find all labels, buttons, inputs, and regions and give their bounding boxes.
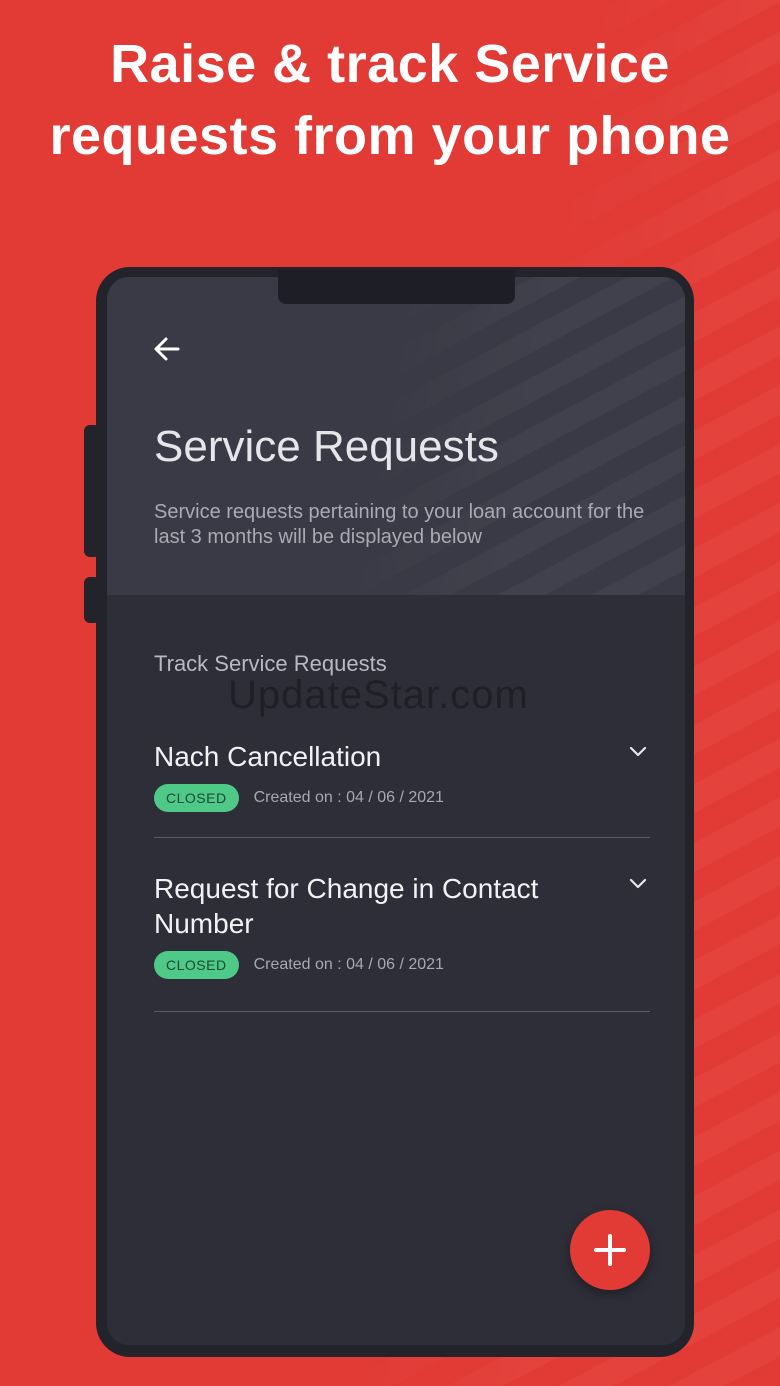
watermark: UpdateStar.com [228, 673, 529, 717]
page-header: Service Requests Service requests pertai… [107, 277, 685, 595]
phone-screen: Service Requests Service requests pertai… [107, 277, 685, 1345]
back-button[interactable] [147, 329, 187, 369]
request-meta: CLOSED Created on : 04 / 06 / 2021 [154, 784, 650, 812]
add-request-button[interactable] [570, 1210, 650, 1290]
chevron-down-icon [629, 746, 647, 757]
expand-button[interactable] [626, 871, 650, 895]
promo-headline-line1: Raise & track Service [110, 34, 670, 94]
promo-headline: Raise & track Service requests from your… [0, 28, 780, 172]
created-date: Created on : 04 / 06 / 2021 [253, 956, 444, 973]
plus-icon [594, 1234, 626, 1266]
request-title: Request for Change in Contact Number [154, 873, 539, 939]
chevron-down-icon [629, 878, 647, 889]
promo-headline-line2: requests from your phone [49, 106, 731, 166]
request-title: Nach Cancellation [154, 741, 382, 772]
phone-notch [278, 270, 515, 304]
divider [154, 1011, 650, 1012]
service-request-item[interactable]: Nach Cancellation CLOSED Created on : 04… [154, 739, 650, 837]
divider [154, 837, 650, 838]
page-title: Service Requests [154, 422, 499, 471]
page-subtitle: Service requests pertaining to your loan… [154, 501, 645, 548]
arrow-left-icon [154, 337, 180, 361]
expand-button[interactable] [626, 739, 650, 763]
service-request-item[interactable]: Request for Change in Contact Number CLO… [154, 871, 650, 1011]
request-meta: CLOSED Created on : 04 / 06 / 2021 [154, 951, 650, 979]
created-date: Created on : 04 / 06 / 2021 [253, 789, 444, 806]
status-badge: CLOSED [154, 784, 239, 812]
status-badge: CLOSED [154, 951, 239, 979]
